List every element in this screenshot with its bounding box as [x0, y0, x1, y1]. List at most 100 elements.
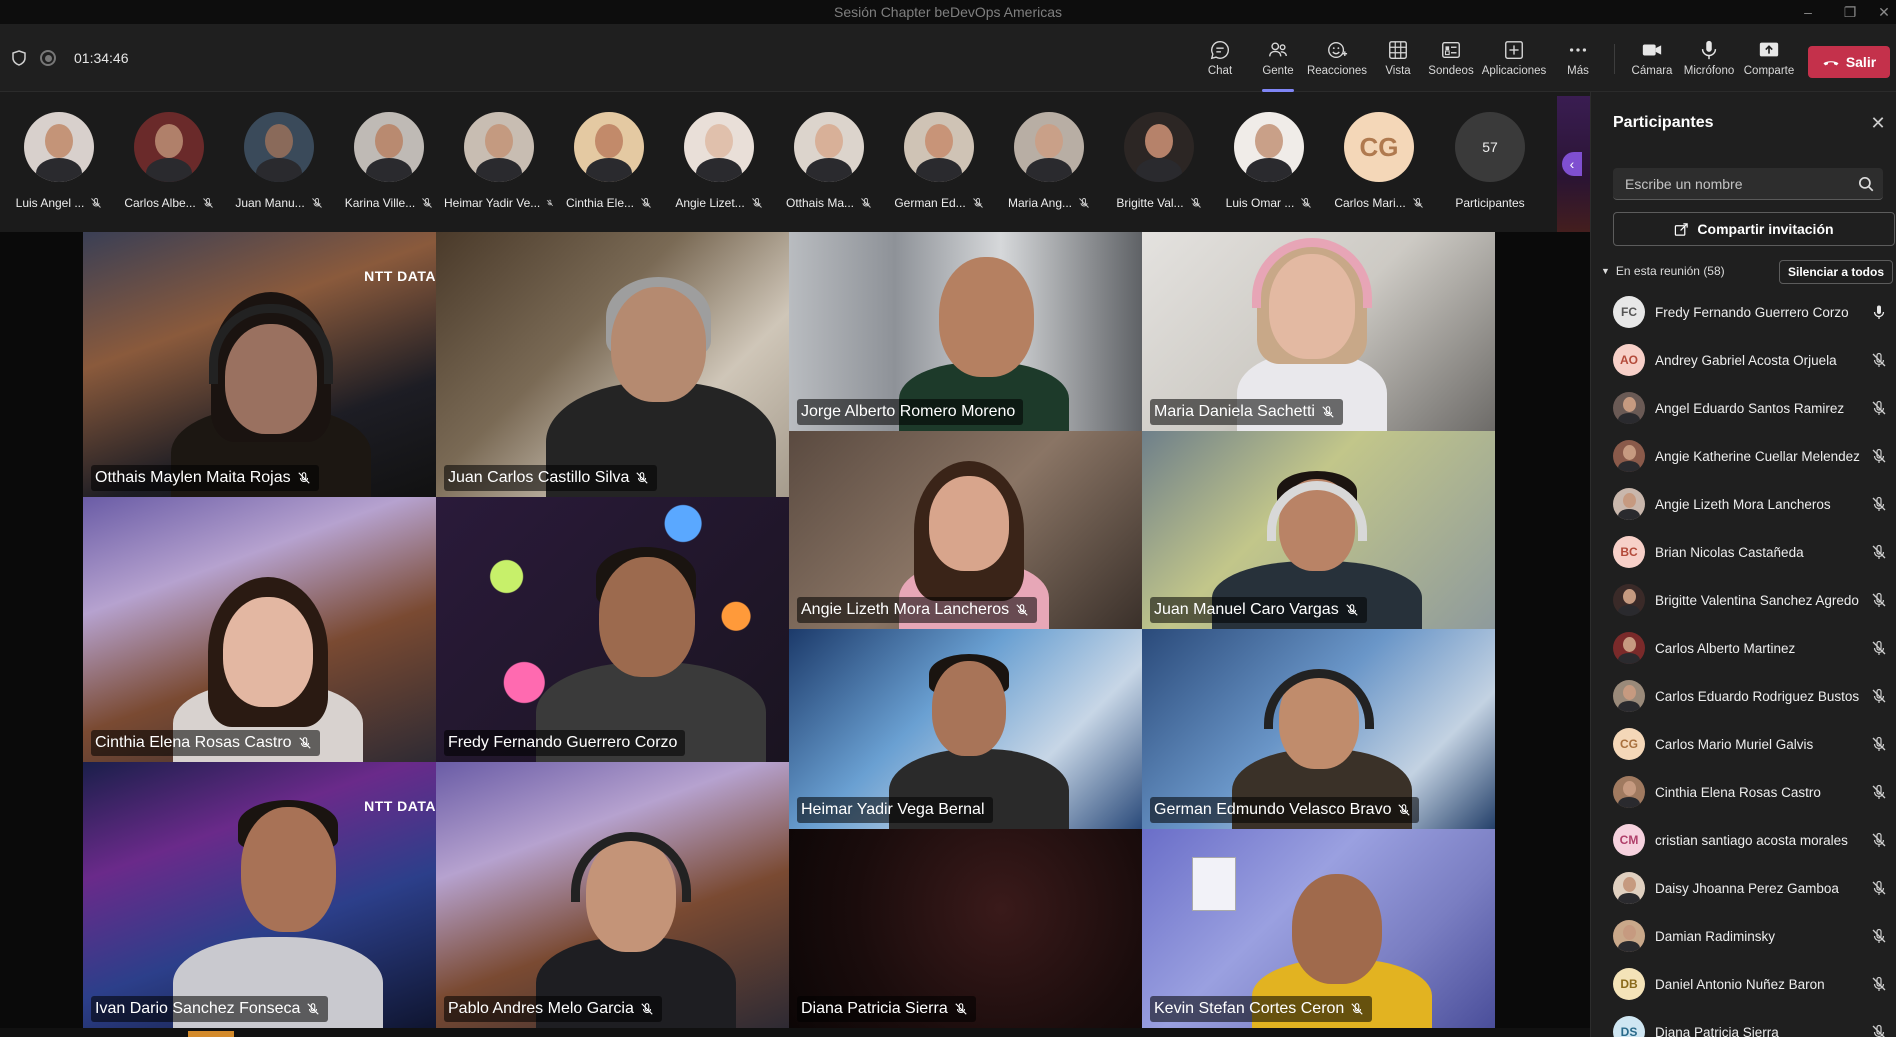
leave-button[interactable]: Salir	[1808, 46, 1890, 78]
in-meeting-section-toggle[interactable]: ▼ En esta reunión (58)	[1601, 259, 1725, 283]
apps-label: Aplicaciones	[1481, 65, 1547, 77]
strip-participant[interactable]: Otthais Ma...	[774, 112, 884, 210]
participant-name: Damian Radiminsky	[1655, 928, 1776, 944]
mic-off-icon	[1872, 544, 1886, 559]
strip-participant[interactable]: Karina Ville...	[334, 112, 444, 210]
participant-name: Daniel Antonio Nuñez Baron	[1655, 976, 1825, 992]
participant-row[interactable]: Angel Eduardo Santos Ramirez	[1591, 384, 1896, 432]
video-tile[interactable]: Fredy Fernando Guerrero Corzo	[436, 497, 789, 762]
mic-off-icon	[1872, 736, 1886, 751]
search-input[interactable]	[1613, 168, 1843, 200]
strip-scroll-button[interactable]: ‹	[1562, 152, 1582, 176]
video-tile[interactable]: NTT DATA Ivan Dario Sanchez Fonseca	[83, 762, 436, 1028]
avatar	[574, 112, 644, 182]
video-tile[interactable]: Diana Patricia Sierra	[789, 829, 1142, 1028]
toolbar-divider	[1614, 44, 1615, 74]
strip-participant-name: Carlos Albe...	[124, 196, 196, 210]
participant-name: Fredy Fernando Guerrero Corzo	[1655, 304, 1849, 320]
camera-button[interactable]: Cámara	[1628, 24, 1676, 92]
participant-row[interactable]: AO Andrey Gabriel Acosta Orjuela	[1591, 336, 1896, 384]
mic-off-icon	[1872, 784, 1886, 799]
participant-row[interactable]: Brigitte Valentina Sanchez Agredo	[1591, 576, 1896, 624]
people-button[interactable]: Gente	[1256, 24, 1300, 92]
participants-panel: Participantes ✕ Compartir invitación ▼ E…	[1590, 92, 1896, 1037]
chat-button[interactable]: Chat	[1202, 24, 1238, 92]
strip-participant-name: Juan Manu...	[235, 196, 305, 210]
participant-row[interactable]: Daisy Jhoanna Perez Gamboa	[1591, 864, 1896, 912]
participant-row[interactable]: Cinthia Elena Rosas Castro	[1591, 768, 1896, 816]
close-window-button[interactable]: ✕	[1866, 0, 1896, 24]
strip-participant[interactable]: Heimar Yadir Ve...	[444, 112, 554, 210]
strip-participant[interactable]: Juan Manu...	[224, 112, 334, 210]
video-tile[interactable]: Heimar Yadir Vega Bernal	[789, 629, 1142, 829]
participant-row[interactable]: Angie Katherine Cuellar Melendez	[1591, 432, 1896, 480]
mic-off-icon	[1872, 640, 1886, 655]
participant-row[interactable]: CG Carlos Mario Muriel Galvis	[1591, 720, 1896, 768]
microphone-button[interactable]: Micrófono	[1682, 24, 1736, 92]
strip-participant-name: Brigitte Val...	[1116, 196, 1184, 210]
avatar	[684, 112, 754, 182]
share-button[interactable]: Comparte	[1742, 24, 1796, 92]
strip-participant[interactable]: German Ed...	[884, 112, 994, 210]
participant-row[interactable]: FC Fredy Fernando Guerrero Corzo	[1591, 288, 1896, 336]
minimize-button[interactable]: –	[1790, 0, 1826, 24]
strip-participant-name: Angie Lizet...	[675, 196, 745, 210]
video-tile[interactable]: Maria Daniela Sachetti	[1142, 232, 1495, 431]
strip-participant[interactable]: Carlos Albe...	[114, 112, 224, 210]
participant-row[interactable]: Angie Lizeth Mora Lancheros	[1591, 480, 1896, 528]
tile-name: Heimar Yadir Vega Bernal	[797, 797, 993, 823]
participant-name: Angie Lizeth Mora Lancheros	[1655, 496, 1831, 512]
video-tile[interactable]: NTT DATA Otthais Maylen Maita Rojas	[83, 232, 436, 497]
participants-label: Participantes	[1455, 196, 1525, 210]
video-tile[interactable]: Juan Manuel Caro Vargas	[1142, 431, 1495, 629]
mic-off-icon	[1398, 804, 1411, 816]
more-button[interactable]: Más	[1562, 24, 1594, 92]
video-tile[interactable]: Kevin Stefan Cortes Ceron	[1142, 829, 1495, 1028]
mic-off-icon	[1872, 1024, 1885, 1037]
video-tile[interactable]: Juan Carlos Castillo Silva	[436, 232, 789, 497]
video-tile[interactable]: Angie Lizeth Mora Lancheros	[789, 431, 1142, 629]
participant-name: Carlos Mario Muriel Galvis	[1655, 736, 1814, 752]
video-tile[interactable]: Pablo Andres Melo Garcia	[436, 762, 789, 1028]
polls-button[interactable]: Sondeos	[1428, 24, 1474, 92]
participant-row[interactable]: Carlos Alberto Martinez	[1591, 624, 1896, 672]
tile-name: Ivan Dario Sanchez Fonseca	[91, 996, 329, 1022]
mic-off-icon	[641, 198, 651, 208]
participant-row[interactable]: DS Diana Patricia Sierra	[1591, 1008, 1896, 1037]
participant-name: cristian santiago acosta morales	[1655, 832, 1848, 848]
polls-icon	[1442, 41, 1460, 59]
close-panel-button[interactable]: ✕	[1869, 114, 1887, 132]
participant-row[interactable]: CM cristian santiago acosta morales	[1591, 816, 1896, 864]
mic-off-icon	[955, 1003, 967, 1015]
participant-row[interactable]: Carlos Eduardo Rodriguez Bustos	[1591, 672, 1896, 720]
chat-icon	[1210, 41, 1229, 60]
strip-participant[interactable]: Luis Omar ...	[1214, 112, 1324, 210]
reactions-button[interactable]: Reacciones	[1307, 24, 1367, 92]
mic-on-icon	[1873, 305, 1885, 319]
strip-participant[interactable]: Angie Lizet...	[664, 112, 774, 210]
restore-button[interactable]: ❐	[1832, 0, 1868, 24]
strip-participant-name: Heimar Yadir Ve...	[444, 196, 541, 210]
hang-up-icon	[1823, 61, 1839, 66]
apps-button[interactable]: Aplicaciones	[1482, 24, 1546, 92]
share-invite-button[interactable]: Compartir invitación	[1613, 212, 1895, 246]
bottom-bar	[0, 1028, 1590, 1037]
strip-participant[interactable]: Cinthia Ele...	[554, 112, 664, 210]
strip-participant[interactable]: Luis Angel ...	[4, 112, 114, 210]
teams-meeting-window: Sesión Chapter beDevOps Americas – ❐ ✕ 0…	[0, 0, 1896, 1037]
more-participants[interactable]: 57 Participantes	[1435, 112, 1545, 210]
video-tile[interactable]: Jorge Alberto Romero Moreno	[789, 232, 1142, 431]
participant-row[interactable]: DB Daniel Antonio Nuñez Baron	[1591, 960, 1896, 1008]
avatar: BC	[1613, 536, 1645, 568]
view-button[interactable]: Vista	[1378, 24, 1418, 92]
video-tile[interactable]: Cinthia Elena Rosas Castro	[83, 497, 436, 762]
strip-participant[interactable]: CG Carlos Mari...	[1324, 112, 1434, 210]
participant-row[interactable]: Damian Radiminsky	[1591, 912, 1896, 960]
search-field[interactable]	[1613, 168, 1883, 200]
strip-participant[interactable]: Brigitte Val...	[1104, 112, 1214, 210]
strip-participant[interactable]: Maria Ang...	[994, 112, 1104, 210]
mute-all-button[interactable]: Silenciar a todos	[1779, 260, 1893, 284]
participant-row[interactable]: BC Brian Nicolas Castañeda	[1591, 528, 1896, 576]
video-tile[interactable]: German Edmundo Velasco Bravo	[1142, 629, 1495, 829]
in-meeting-label: En esta reunión (58)	[1615, 264, 1725, 278]
